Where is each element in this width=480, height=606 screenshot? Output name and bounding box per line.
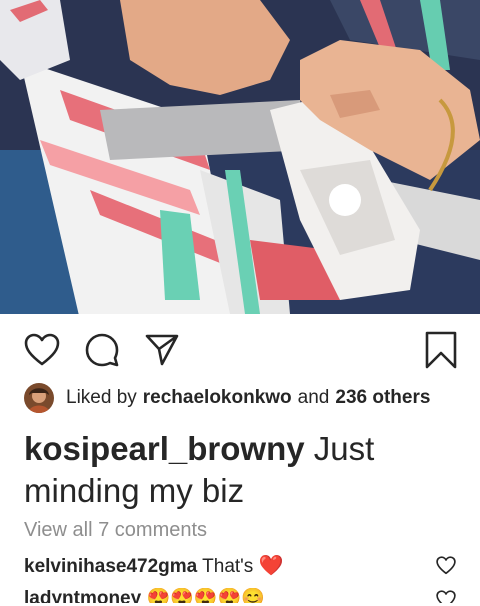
- heart-outline-icon: [436, 556, 456, 579]
- heart-outline-icon: [24, 333, 60, 367]
- post-caption: kosipearl_browny Just minding my biz: [24, 428, 464, 512]
- likes-summary[interactable]: Liked by rechaelokonkwo and 236 others: [24, 382, 430, 414]
- view-all-comments-link[interactable]: View all 7 comments: [24, 519, 207, 542]
- caption-username[interactable]: kosipearl_browny: [24, 430, 305, 467]
- comment-like-button[interactable]: [436, 556, 456, 576]
- liker-avatar[interactable]: [24, 383, 54, 413]
- comment-username[interactable]: kelvinihase472gma: [24, 556, 197, 577]
- post-image: [0, 0, 480, 314]
- paper-plane-icon: [144, 332, 180, 368]
- liker-username[interactable]: rechaelokonkwo: [143, 387, 292, 409]
- post-action-bar: [0, 314, 480, 384]
- likes-prefix: Liked by: [66, 387, 137, 408]
- comment-text: That's: [202, 556, 254, 577]
- save-button[interactable]: [423, 331, 459, 369]
- comment-emoji: ❤️: [258, 555, 284, 577]
- comment-button[interactable]: [84, 332, 120, 368]
- likes-others[interactable]: 236 others: [335, 387, 430, 409]
- comment-bubble-icon: [84, 332, 120, 368]
- post-photo[interactable]: [0, 0, 480, 314]
- comment-row: kelvinihase472gma That's ❤️: [24, 553, 434, 578]
- share-button[interactable]: [144, 332, 180, 368]
- likes-joiner: and: [297, 387, 330, 408]
- like-button[interactable]: [24, 332, 60, 368]
- bookmark-icon: [424, 331, 458, 369]
